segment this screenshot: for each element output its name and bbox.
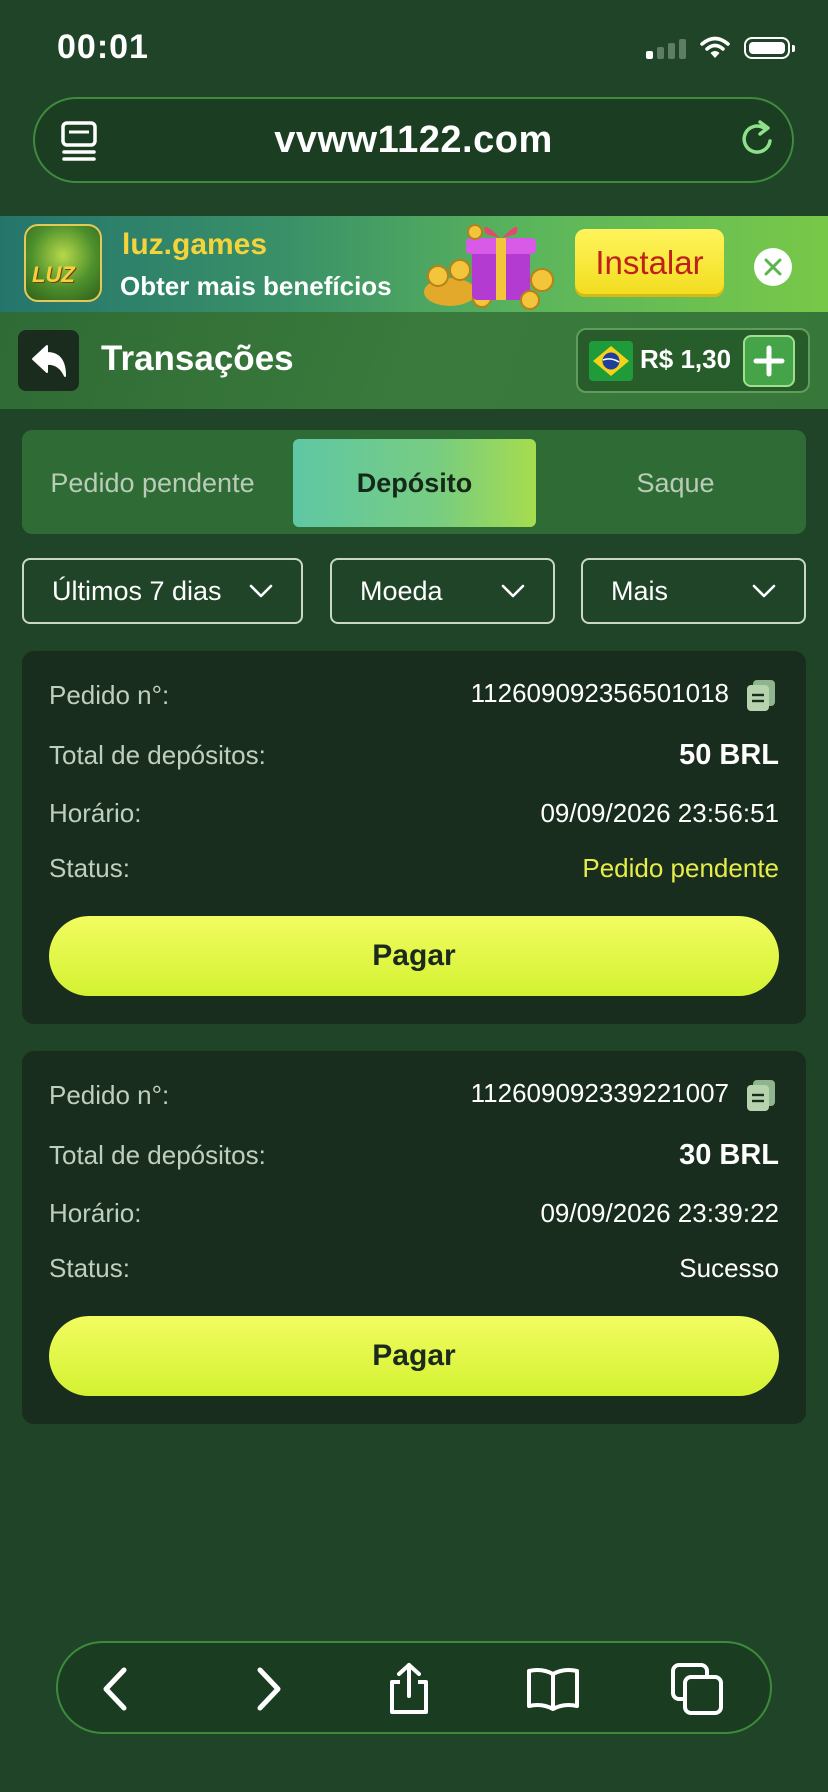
- pay-button[interactable]: Pagar: [49, 1316, 779, 1396]
- status-row: Status: Pedido pendente: [49, 853, 779, 884]
- copy-icon[interactable]: [745, 1078, 779, 1112]
- status-value: Sucesso: [679, 1253, 779, 1283]
- page-title: Transações: [101, 339, 294, 378]
- plus-icon: [753, 345, 785, 377]
- time-value: 09/09/2026 23:39:22: [540, 1198, 779, 1228]
- order-row: Pedido n°: 112609092339221007: [49, 1078, 779, 1112]
- status-value: Pedido pendente: [582, 853, 779, 883]
- chevron-down-icon: [249, 584, 273, 598]
- battery-icon: [744, 37, 795, 59]
- total-amount: 30 BRL: [679, 1139, 779, 1171]
- order-number: 112609092356501018: [471, 678, 779, 712]
- total-row: Total de depósitos: 50 BRL: [49, 739, 779, 772]
- close-banner-button[interactable]: [754, 248, 792, 286]
- close-icon: [764, 258, 782, 276]
- status-time: 00:01: [57, 28, 149, 66]
- tabs-icon[interactable]: [670, 1662, 724, 1716]
- transaction-card: Pedido n°: 112609092339221007 Total de d…: [22, 1051, 806, 1424]
- date-range-label: Últimos 7 dias: [52, 575, 222, 606]
- total-label: Total de depósitos:: [49, 1140, 266, 1170]
- time-value: 09/09/2026 23:56:51: [540, 798, 779, 828]
- back-icon[interactable]: [90, 1662, 144, 1716]
- time-label: Horário:: [49, 798, 142, 828]
- total-label: Total de depósitos:: [49, 740, 266, 770]
- time-label: Horário:: [49, 1198, 142, 1228]
- gift-coins-icon: [424, 224, 554, 310]
- chevron-down-icon: [501, 584, 525, 598]
- luz-games-logo: LUZ: [24, 224, 102, 302]
- tab-pending[interactable]: Pedido pendente: [30, 439, 275, 527]
- url-text[interactable]: vvww1122.com: [274, 119, 553, 162]
- brazil-flag-icon: [589, 341, 633, 381]
- wifi-icon: [700, 36, 730, 58]
- banner-subtitle: Obter mais benefícios: [120, 271, 392, 301]
- total-row: Total de depósitos: 30 BRL: [49, 1139, 779, 1172]
- address-bar[interactable]: vvww1122.com: [33, 97, 794, 183]
- status-icons: [646, 36, 795, 60]
- bookmarks-icon[interactable]: [526, 1662, 580, 1716]
- more-label: Mais: [611, 575, 669, 606]
- deposit-add-button[interactable]: [743, 335, 795, 387]
- back-button[interactable]: [18, 330, 79, 391]
- currency-label: Moeda: [360, 575, 443, 606]
- reader-icon[interactable]: [60, 120, 98, 162]
- order-label: Pedido n°:: [49, 1079, 170, 1110]
- return-arrow-icon: [31, 344, 66, 377]
- order-number: 112609092339221007: [471, 1078, 779, 1112]
- time-row: Horário: 09/09/2026 23:39:22: [49, 1198, 779, 1229]
- order-row: Pedido n°: 112609092356501018: [49, 678, 779, 712]
- install-button[interactable]: Instalar: [575, 229, 724, 297]
- signal-icon: [646, 37, 686, 59]
- more-filter[interactable]: Mais: [581, 558, 806, 624]
- share-icon[interactable]: [382, 1662, 436, 1716]
- status-label: Status:: [49, 1253, 130, 1283]
- tab-deposit[interactable]: Depósito: [293, 439, 536, 527]
- order-label: Pedido n°:: [49, 679, 170, 710]
- forward-icon[interactable]: [240, 1662, 294, 1716]
- time-row: Horário: 09/09/2026 23:56:51: [49, 798, 779, 829]
- chevron-down-icon: [752, 584, 776, 598]
- transaction-card: Pedido n°: 112609092356501018 Total de d…: [22, 651, 806, 1024]
- reload-icon[interactable]: [738, 119, 778, 159]
- balance-amount: R$ 1,30: [640, 344, 732, 374]
- status-label: Status:: [49, 853, 130, 883]
- date-range-filter[interactable]: Últimos 7 dias: [22, 558, 303, 624]
- banner-title: luz.games: [122, 228, 268, 261]
- tab-withdraw[interactable]: Saque: [558, 439, 793, 527]
- copy-icon[interactable]: [745, 678, 779, 712]
- total-amount: 50 BRL: [679, 739, 779, 771]
- status-row: Status: Sucesso: [49, 1253, 779, 1284]
- currency-filter[interactable]: Moeda: [330, 558, 555, 624]
- pay-button[interactable]: Pagar: [49, 916, 779, 996]
